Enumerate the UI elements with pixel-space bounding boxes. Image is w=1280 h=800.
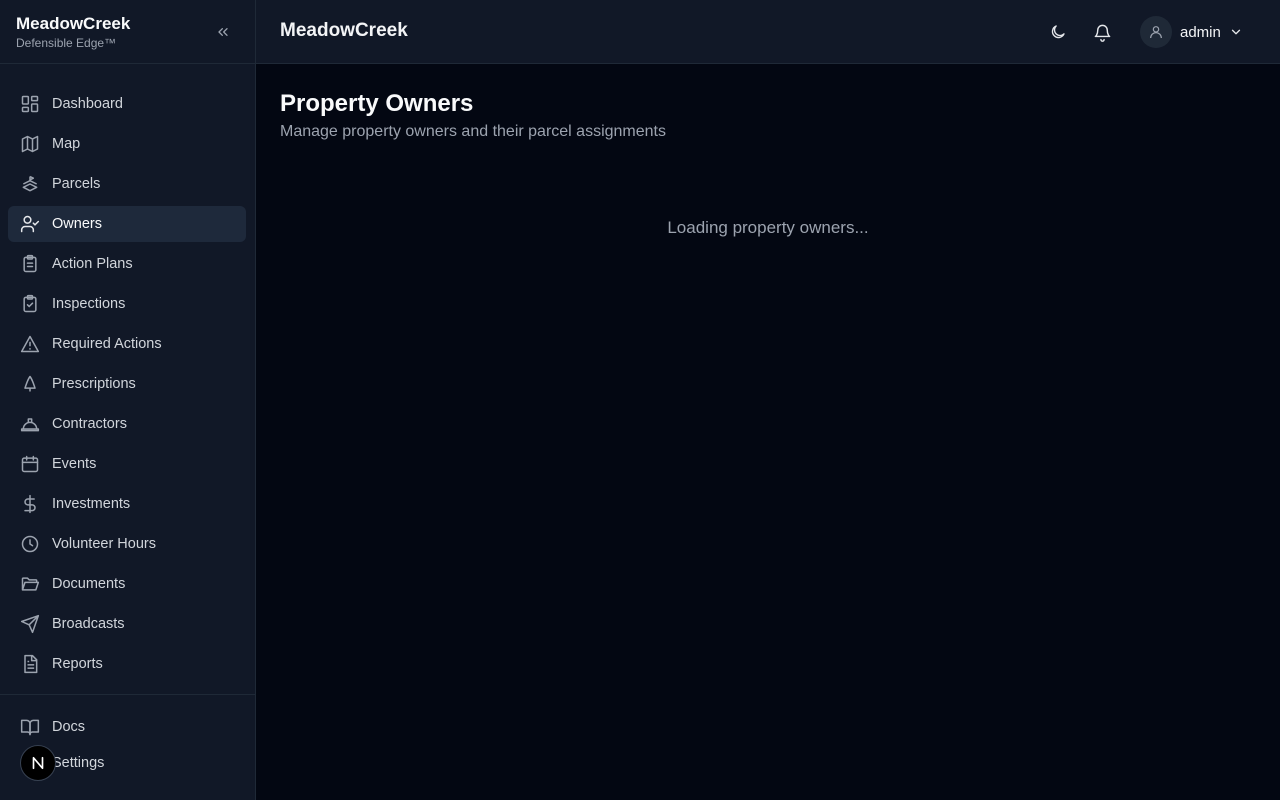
page-subtitle: Manage property owners and their parcel …	[280, 123, 666, 140]
sidebar-item-prescriptions[interactable]: Prescriptions	[8, 366, 246, 402]
sidebar-item-reports[interactable]: Reports	[8, 646, 246, 682]
hard-hat-icon	[20, 414, 40, 434]
book-icon	[20, 717, 40, 737]
sidebar-item-label: Required Actions	[52, 336, 162, 352]
sidebar-item-parcels[interactable]: Parcels	[8, 166, 246, 202]
moon-icon	[1051, 25, 1065, 39]
sidebar-item-investments[interactable]: Investments	[8, 486, 246, 522]
sidebar-nav: Dashboard Map Parcels Owners Action Plan…	[0, 64, 255, 682]
page-title: Property Owners	[280, 90, 474, 117]
brand-name: MeadowCreek	[16, 14, 131, 33]
sidebar-item-label: Documents	[52, 576, 126, 592]
chevrons-left-icon	[218, 27, 228, 36]
sidebar-item-events[interactable]: Events	[8, 446, 246, 482]
folder-icon	[20, 574, 40, 594]
sidebar-item-label: Parcels	[52, 176, 101, 192]
sidebar-item-required-actions[interactable]: Required Actions	[8, 326, 246, 362]
sidebar-item-broadcasts[interactable]: Broadcasts	[8, 606, 246, 642]
bell-icon	[1094, 24, 1110, 42]
dollar-icon	[20, 494, 40, 514]
sidebar: MeadowCreek Defensible Edge™ Dashboard M…	[0, 0, 256, 800]
sidebar-item-label: Settings	[52, 755, 105, 771]
dev-tools-button[interactable]	[20, 745, 56, 781]
calendar-icon	[20, 454, 40, 474]
chevron-down-icon	[1229, 25, 1243, 39]
sidebar-item-label: Prescriptions	[52, 376, 136, 392]
sidebar-item-docs[interactable]: Docs	[8, 709, 246, 745]
sidebar-item-label: Owners	[52, 216, 102, 232]
sidebar-item-label: Reports	[52, 656, 103, 672]
map-icon	[20, 134, 40, 154]
sidebar-item-label: Inspections	[52, 296, 126, 312]
brand: MeadowCreek Defensible Edge™	[0, 0, 255, 64]
avatar	[1140, 16, 1172, 48]
user-name: admin	[1180, 23, 1221, 41]
dashboard-icon	[20, 94, 40, 114]
sidebar-item-owners[interactable]: Owners	[8, 206, 246, 242]
theme-toggle-button[interactable]	[1046, 20, 1070, 44]
user-icon	[1150, 26, 1162, 39]
n-logo-icon	[32, 756, 44, 770]
sidebar-item-label: Contractors	[52, 416, 127, 432]
tree-icon	[20, 374, 40, 394]
user-menu[interactable]: admin	[1140, 16, 1243, 48]
parcels-icon	[20, 174, 40, 194]
collapse-sidebar-button[interactable]	[211, 20, 235, 44]
sidebar-item-volunteer-hours[interactable]: Volunteer Hours	[8, 526, 246, 562]
sidebar-item-label: Investments	[52, 496, 131, 512]
clipboard-check-icon	[20, 294, 40, 314]
sidebar-item-label: Map	[52, 136, 81, 152]
clipboard-list-icon	[20, 254, 40, 274]
send-icon	[20, 614, 40, 634]
brand-tagline: Defensible Edge™	[16, 36, 117, 50]
sidebar-item-contractors[interactable]: Contractors	[8, 406, 246, 442]
sidebar-item-label: Volunteer Hours	[52, 536, 156, 552]
sidebar-item-dashboard[interactable]: Dashboard	[8, 86, 246, 122]
notifications-button[interactable]	[1090, 20, 1114, 44]
warning-icon	[20, 334, 40, 354]
sidebar-item-label: Dashboard	[52, 96, 123, 112]
sidebar-item-documents[interactable]: Documents	[8, 566, 246, 602]
main-content: Property Owners Manage property owners a…	[256, 64, 1280, 800]
sidebar-item-label: Action Plans	[52, 256, 133, 272]
sidebar-item-label: Docs	[52, 719, 86, 735]
sidebar-item-label: Events	[52, 456, 97, 472]
sidebar-item-inspections[interactable]: Inspections	[8, 286, 246, 322]
loading-message: Loading property owners...	[667, 218, 869, 237]
sidebar-item-action-plans[interactable]: Action Plans	[8, 246, 246, 282]
file-text-icon	[20, 654, 40, 674]
app-title: MeadowCreek	[280, 20, 408, 41]
user-check-icon	[20, 214, 40, 234]
top-bar: MeadowCreek admin	[256, 0, 1280, 64]
sidebar-item-label: Broadcasts	[52, 616, 125, 632]
sidebar-item-map[interactable]: Map	[8, 126, 246, 162]
clock-icon	[20, 534, 40, 554]
